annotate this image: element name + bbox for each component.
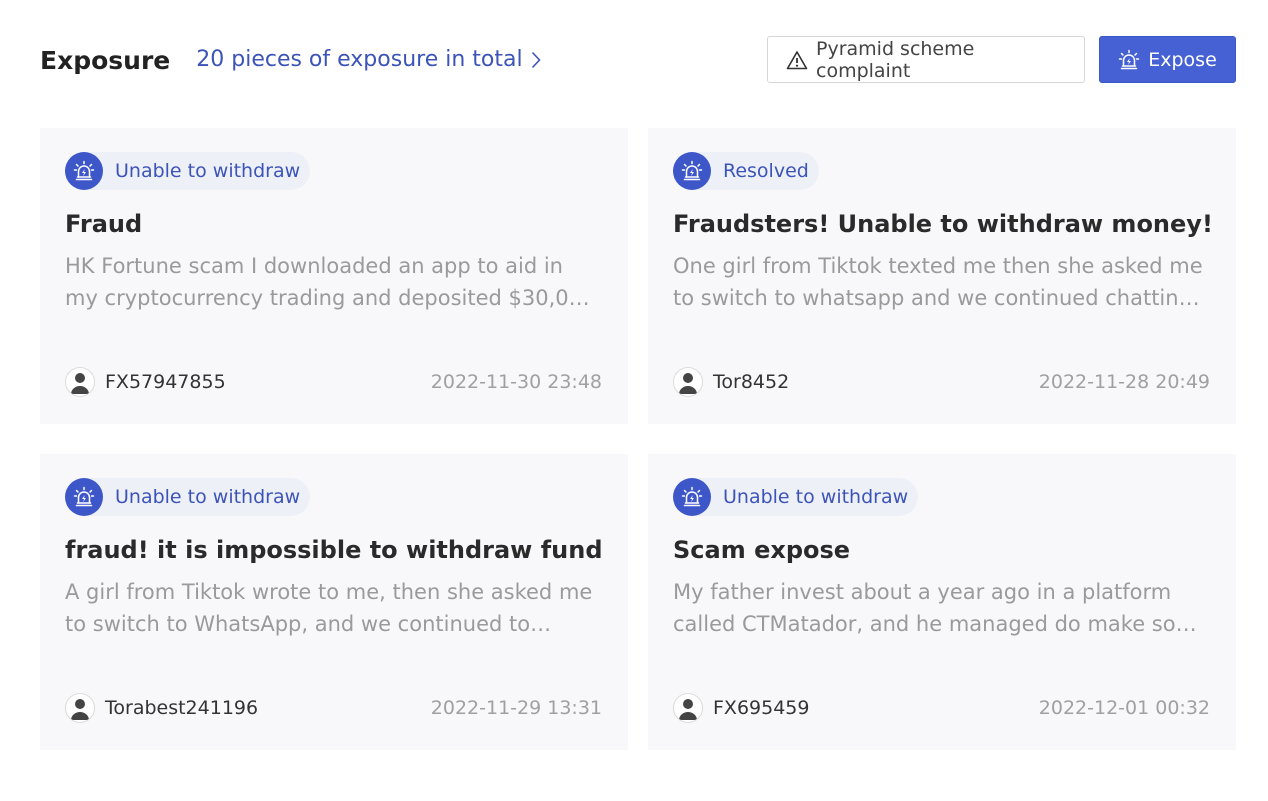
header-actions: Pyramid scheme complaint Expose: [767, 36, 1236, 83]
card-excerpt: One girl from Tiktok texted me then she …: [673, 254, 1203, 310]
exposure-card[interactable]: Resolved Fraudsters! Unable to withdraw …: [648, 128, 1236, 424]
alarm-siren-icon: [673, 152, 711, 190]
total-exposure-label: 20 pieces of exposure in total: [196, 47, 523, 72]
user-avatar-icon: [65, 367, 95, 397]
exposure-card[interactable]: Unable to withdraw Scam expose My father…: [648, 454, 1236, 750]
expose-button[interactable]: Expose: [1099, 36, 1236, 83]
status-tag-label: Unable to withdraw: [723, 486, 909, 508]
card-footer: Torabest241196 2022-11-29 13:31: [65, 693, 602, 723]
page-title: Exposure: [40, 46, 171, 75]
pyramid-complaint-button[interactable]: Pyramid scheme complaint: [767, 36, 1085, 83]
status-tag-label: Unable to withdraw: [115, 160, 301, 182]
status-tag-label: Unable to withdraw: [115, 486, 301, 508]
author-name: Tor8452: [713, 371, 790, 393]
card-title: Fraud: [65, 210, 143, 238]
post-date: 2022-11-30 23:48: [430, 371, 602, 393]
alarm-siren-icon: [1118, 49, 1140, 71]
card-excerpt: A girl from Tiktok wrote to me, then she…: [65, 580, 593, 636]
card-title: Fraudsters! Unable to withdraw money!: [673, 210, 1210, 238]
alarm-siren-icon: [673, 478, 711, 516]
user-avatar-icon: [673, 693, 703, 723]
total-exposure-link[interactable]: 20 pieces of exposure in total: [196, 47, 541, 72]
exposure-header: Exposure 20 pieces of exposure in total …: [40, 36, 1236, 83]
chevron-right-icon: [531, 51, 541, 69]
author-name: FX695459: [713, 697, 810, 719]
status-tag: Resolved: [673, 152, 819, 190]
card-footer: FX57947855 2022-11-30 23:48: [65, 367, 602, 397]
author-name: FX57947855: [105, 371, 226, 393]
card-title: fraud! it is impossible to withdraw fund…: [65, 536, 602, 564]
card-excerpt: HK Fortune scam I downloaded an app to a…: [65, 254, 596, 310]
post-date: 2022-11-28 20:49: [1038, 371, 1210, 393]
status-tag: Unable to withdraw: [65, 478, 311, 516]
exposure-card[interactable]: Unable to withdraw fraud! it is impossib…: [40, 454, 628, 750]
alarm-siren-icon: [65, 478, 103, 516]
expose-label: Expose: [1148, 48, 1217, 71]
card-excerpt: My father invest about a year ago in a p…: [673, 580, 1209, 636]
status-tag: Unable to withdraw: [673, 478, 919, 516]
post-date: 2022-12-01 00:32: [1038, 697, 1210, 719]
exposure-card-grid: Unable to withdraw Fraud HK Fortune scam…: [40, 128, 1236, 750]
status-tag: Unable to withdraw: [65, 152, 311, 190]
status-tag-label: Resolved: [723, 160, 809, 182]
post-date: 2022-11-29 13:31: [430, 697, 602, 719]
author-name: Torabest241196: [105, 697, 259, 719]
alarm-siren-icon: [65, 152, 103, 190]
card-footer: Tor8452 2022-11-28 20:49: [673, 367, 1210, 397]
card-footer: FX695459 2022-12-01 00:32: [673, 693, 1210, 723]
warning-triangle-icon: [786, 50, 808, 70]
user-avatar-icon: [65, 693, 95, 723]
pyramid-complaint-label: Pyramid scheme complaint: [816, 37, 975, 82]
card-title: Scam expose: [673, 536, 851, 564]
exposure-card[interactable]: Unable to withdraw Fraud HK Fortune scam…: [40, 128, 628, 424]
user-avatar-icon: [673, 367, 703, 397]
